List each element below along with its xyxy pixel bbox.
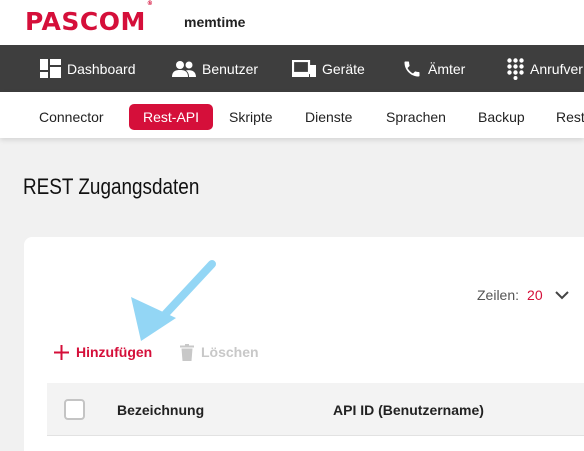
add-label: Hinzufügen [76,344,153,360]
main-navigation: Dashboard Benutzer Geräte Ämter Anrufver [0,45,584,92]
nav-item-benutzer[interactable]: Benutzer [172,45,258,92]
sub-navigation: Connector Rest-API Skripte Dienste Sprac… [0,92,584,138]
nav-item-geraete[interactable]: Geräte [292,45,365,92]
brand-logo[interactable]: PASCOM® [25,0,153,36]
nav-item-dashboard[interactable]: Dashboard [40,45,136,92]
tab-rest[interactable]: Rest [556,104,584,130]
rows-per-page[interactable]: Zeilen: 20 [477,287,569,303]
tab-dienste[interactable]: Dienste [305,104,352,130]
top-bar: PASCOM® memtime [0,0,584,45]
tab-skripte[interactable]: Skripte [229,104,273,130]
delete-button[interactable]: Löschen [180,342,259,362]
nav-label: Ämter [428,60,466,77]
chevron-down-icon[interactable] [554,290,569,300]
nav-item-anrufverteilung[interactable]: Anrufver [507,45,583,92]
dialpad-icon [507,57,524,80]
tab-backup[interactable]: Backup [478,104,525,130]
app-name: memtime [184,14,246,30]
phone-icon [402,59,422,79]
users-icon [172,60,196,77]
column-bezeichnung[interactable]: Bezeichnung [117,402,204,418]
devices-icon [292,59,316,78]
rows-value[interactable]: 20 [527,287,543,303]
table-header: Bezeichnung API ID (Benutzername) [47,383,584,436]
tab-connector[interactable]: Connector [39,104,104,130]
trash-icon [180,343,194,361]
nav-item-aemter[interactable]: Ämter [402,45,465,92]
nav-label: Benutzer [202,60,259,77]
rows-label: Zeilen: [477,287,520,303]
dashboard-icon [40,59,61,78]
add-button[interactable]: Hinzufügen [54,342,152,362]
nav-label: Dashboard [67,60,136,77]
page-title: REST Zugangsdaten [23,174,200,199]
tab-sprachen[interactable]: Sprachen [386,104,446,130]
nav-label: Anrufver [530,60,583,77]
plus-icon [54,344,69,360]
nav-label: Geräte [322,60,365,77]
delete-label: Löschen [201,344,259,360]
select-all-checkbox[interactable] [64,399,85,420]
tab-rest-api[interactable]: Rest-API [129,104,214,130]
column-api-id[interactable]: API ID (Benutzername) [333,402,484,418]
